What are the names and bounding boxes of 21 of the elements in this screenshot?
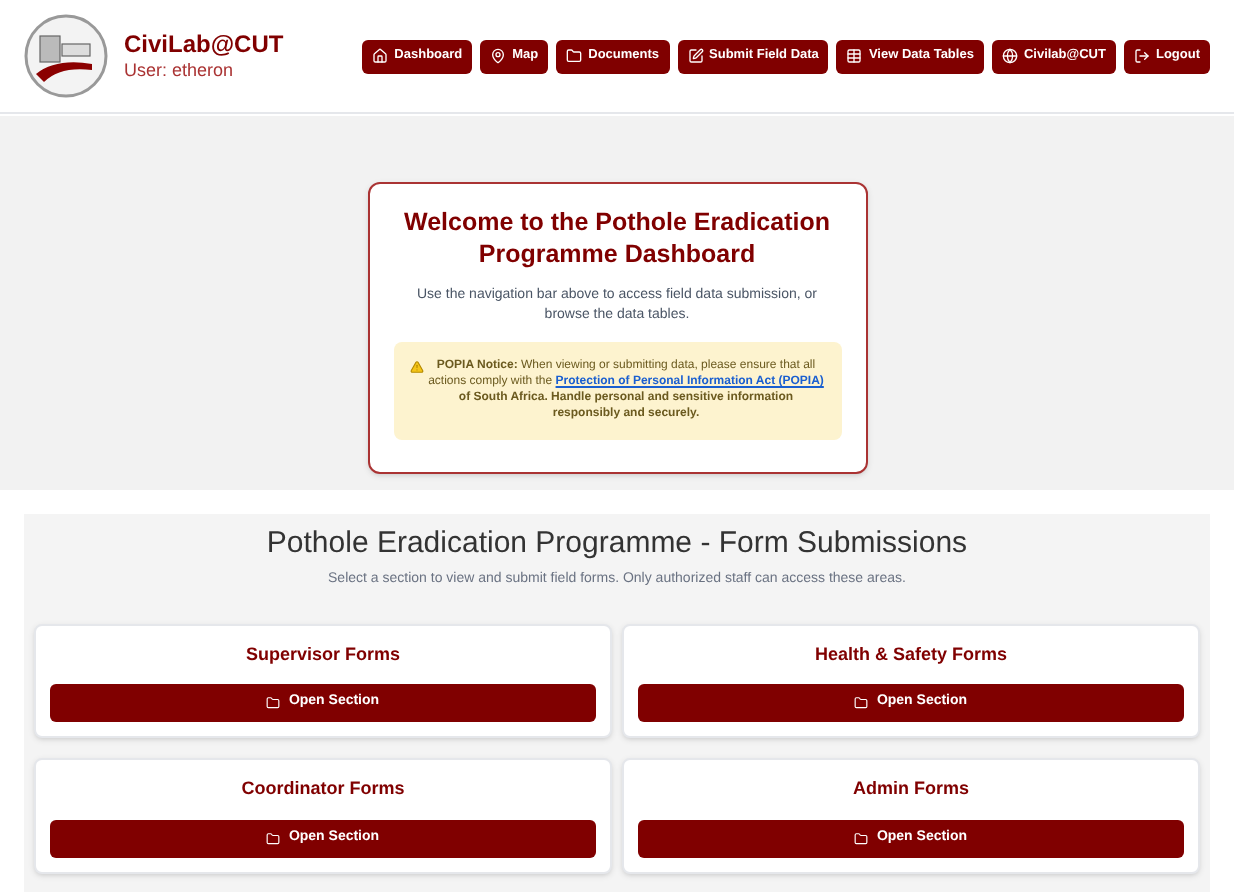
warning-icon — [409, 359, 423, 373]
globe-icon — [1001, 48, 1018, 64]
logo-icon — [24, 14, 108, 98]
folder-icon — [854, 831, 869, 845]
forms-title: Pothole Eradication Programme - Form Submissions — [266, 523, 968, 563]
brand-title: CiviLab@CUT — [124, 29, 284, 60]
logout-icon — [1133, 48, 1150, 64]
folder-icon — [266, 831, 281, 845]
section-title: Admin Forms — [852, 776, 969, 802]
map-pin-icon — [490, 48, 507, 64]
section-title: Supervisor Forms — [245, 641, 401, 668]
table-icon — [846, 48, 863, 64]
user-label: User: etheron — [124, 59, 236, 83]
welcome-title: Welcome to the Pothole Eradication Programme Dashboard — [402, 208, 832, 271]
folder-icon — [854, 696, 869, 710]
section-title: Coordinator Forms — [241, 776, 405, 802]
folder-icon — [266, 696, 281, 710]
section-title: Health & Safety Forms — [814, 641, 1008, 668]
folder-icon — [566, 48, 583, 64]
home-icon — [372, 48, 389, 64]
edit-icon — [687, 48, 704, 64]
